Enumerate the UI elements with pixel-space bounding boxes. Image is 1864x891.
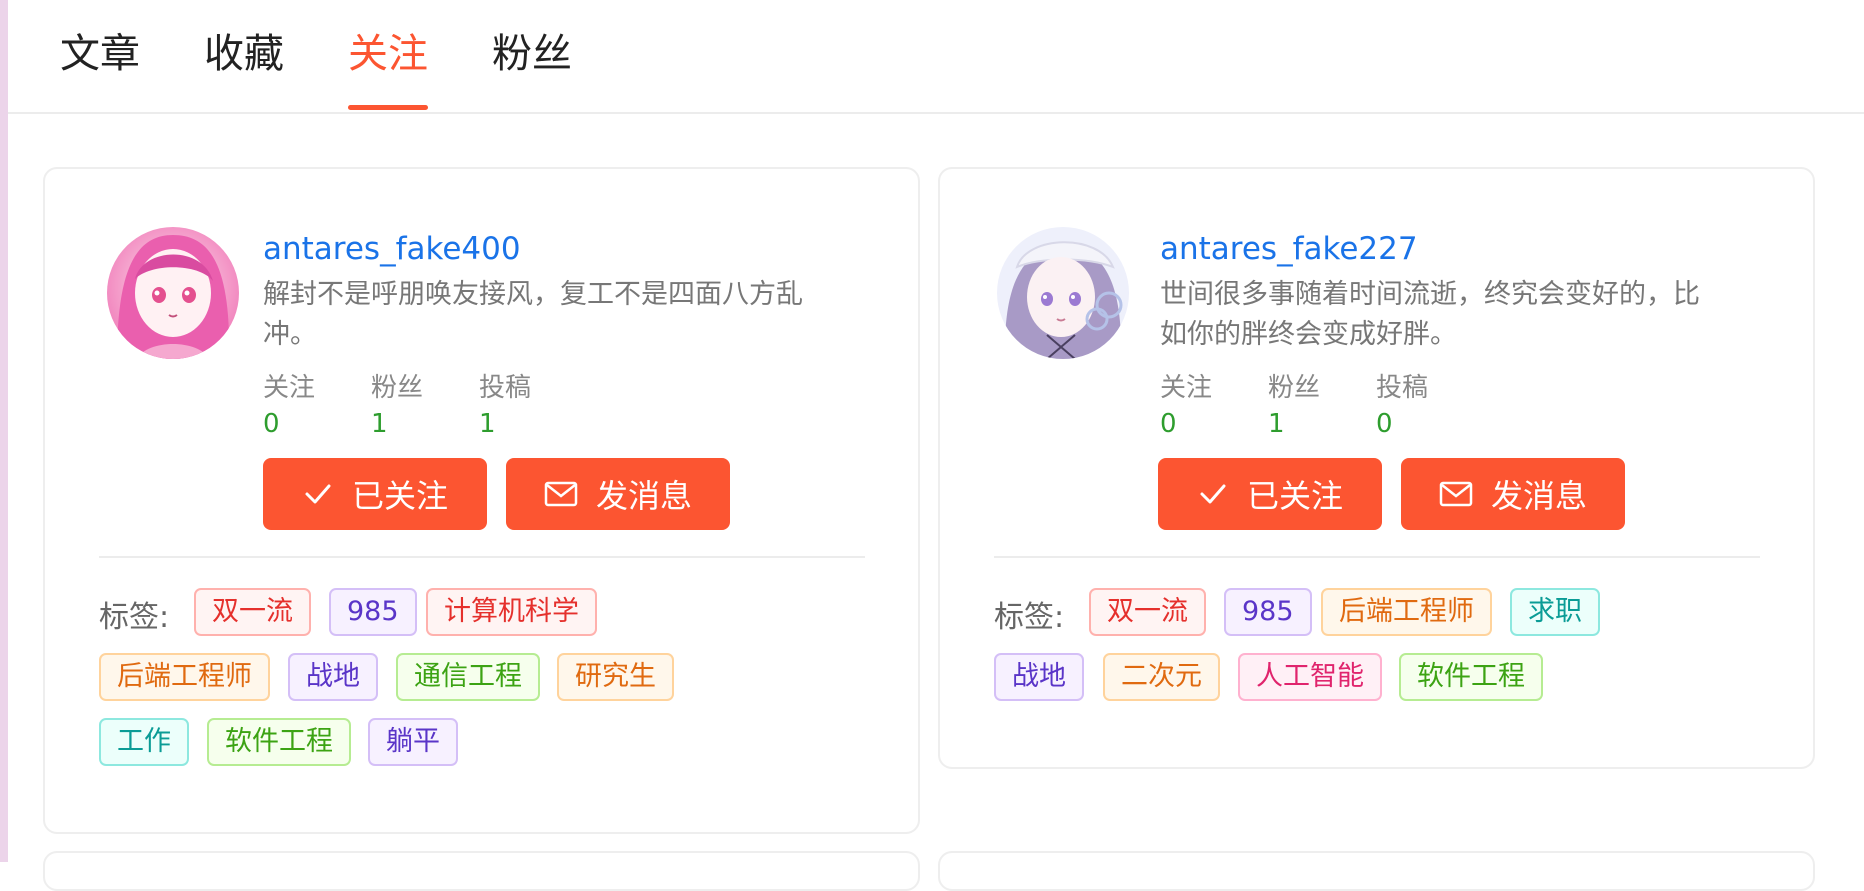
followed-button[interactable]: 已关注 [263, 458, 487, 530]
user-card-partial [43, 851, 920, 891]
send-message-button-label: 发消息 [595, 477, 692, 515]
tag[interactable]: 软件工程 [207, 718, 351, 766]
tag[interactable]: 双一流 [194, 588, 311, 636]
tab-following[interactable]: 关注 [348, 28, 428, 110]
profile-tabs: 文章 收藏 关注 粉丝 [8, 0, 1864, 114]
user-bio: 解封不是呼朋唤友接风，复工不是四面八方乱冲。 [263, 279, 803, 350]
avatar[interactable] [107, 227, 239, 359]
stat-following-label: 关注 [1160, 373, 1213, 403]
stat-following-label: 关注 [263, 373, 316, 403]
stat-following-value: 0 [263, 409, 280, 439]
followed-button[interactable]: 已关注 [1158, 458, 1382, 530]
stat-following-value: 0 [1160, 409, 1177, 439]
tag[interactable]: 985 [329, 588, 417, 636]
tab-articles[interactable]: 文章 [60, 28, 140, 108]
tag[interactable]: 通信工程 [396, 653, 540, 701]
tag[interactable]: 工作 [99, 718, 189, 766]
send-message-button-label: 发消息 [1490, 477, 1587, 515]
card-divider [994, 556, 1760, 558]
tag[interactable]: 985 [1224, 588, 1312, 636]
user-card: antares_fake227 世间很多事随着时间流逝，终究会变好的，比如你的胖… [938, 167, 1815, 769]
check-icon [305, 484, 331, 504]
tags-label: 标签: [99, 600, 170, 635]
send-message-button[interactable]: 发消息 [1401, 458, 1625, 530]
tab-following-label: 关注 [348, 31, 428, 77]
user-card-partial [938, 851, 1815, 891]
tag[interactable]: 战地 [994, 653, 1084, 701]
stat-followers-value: 1 [371, 409, 388, 439]
card-divider [99, 556, 865, 558]
tag[interactable]: 二次元 [1103, 653, 1220, 701]
tab-followers[interactable]: 粉丝 [492, 28, 572, 108]
stat-followers-value: 1 [1268, 409, 1285, 439]
tag[interactable]: 战地 [288, 653, 378, 701]
followed-button-label: 已关注 [351, 477, 448, 515]
followed-button-label: 已关注 [1246, 477, 1343, 515]
user-card: antares_fake400 解封不是呼朋唤友接风，复工不是四面八方乱冲。 关… [43, 167, 920, 834]
tag[interactable]: 双一流 [1089, 588, 1206, 636]
stat-posts-label: 投稿 [1376, 373, 1429, 403]
stat-posts-value: 0 [1376, 409, 1393, 439]
send-message-button[interactable]: 发消息 [506, 458, 730, 530]
tag[interactable]: 计算机科学 [426, 588, 597, 636]
tag[interactable]: 躺平 [368, 718, 458, 766]
mail-icon [1439, 481, 1473, 507]
tag[interactable]: 后端工程师 [1321, 588, 1492, 636]
stat-posts-value: 1 [479, 409, 496, 439]
left-edge-strip [0, 0, 8, 862]
tags-label: 标签: [994, 600, 1065, 635]
mail-icon [544, 481, 578, 507]
check-icon [1200, 484, 1226, 504]
tag[interactable]: 人工智能 [1238, 653, 1382, 701]
active-tab-indicator [348, 105, 428, 110]
tag[interactable]: 后端工程师 [99, 653, 270, 701]
avatar[interactable] [997, 227, 1129, 359]
tag[interactable]: 求职 [1510, 588, 1600, 636]
username-link[interactable]: antares_fake227 [1160, 231, 1418, 267]
stat-followers-label: 粉丝 [371, 373, 424, 403]
tab-favorites[interactable]: 收藏 [204, 28, 284, 108]
user-bio: 世间很多事随着时间流逝，终究会变好的，比如你的胖终会变成好胖。 [1160, 279, 1700, 350]
stat-followers-label: 粉丝 [1268, 373, 1321, 403]
stat-posts-label: 投稿 [479, 373, 532, 403]
tag[interactable]: 研究生 [557, 653, 674, 701]
tag[interactable]: 软件工程 [1399, 653, 1543, 701]
username-link[interactable]: antares_fake400 [263, 231, 521, 267]
